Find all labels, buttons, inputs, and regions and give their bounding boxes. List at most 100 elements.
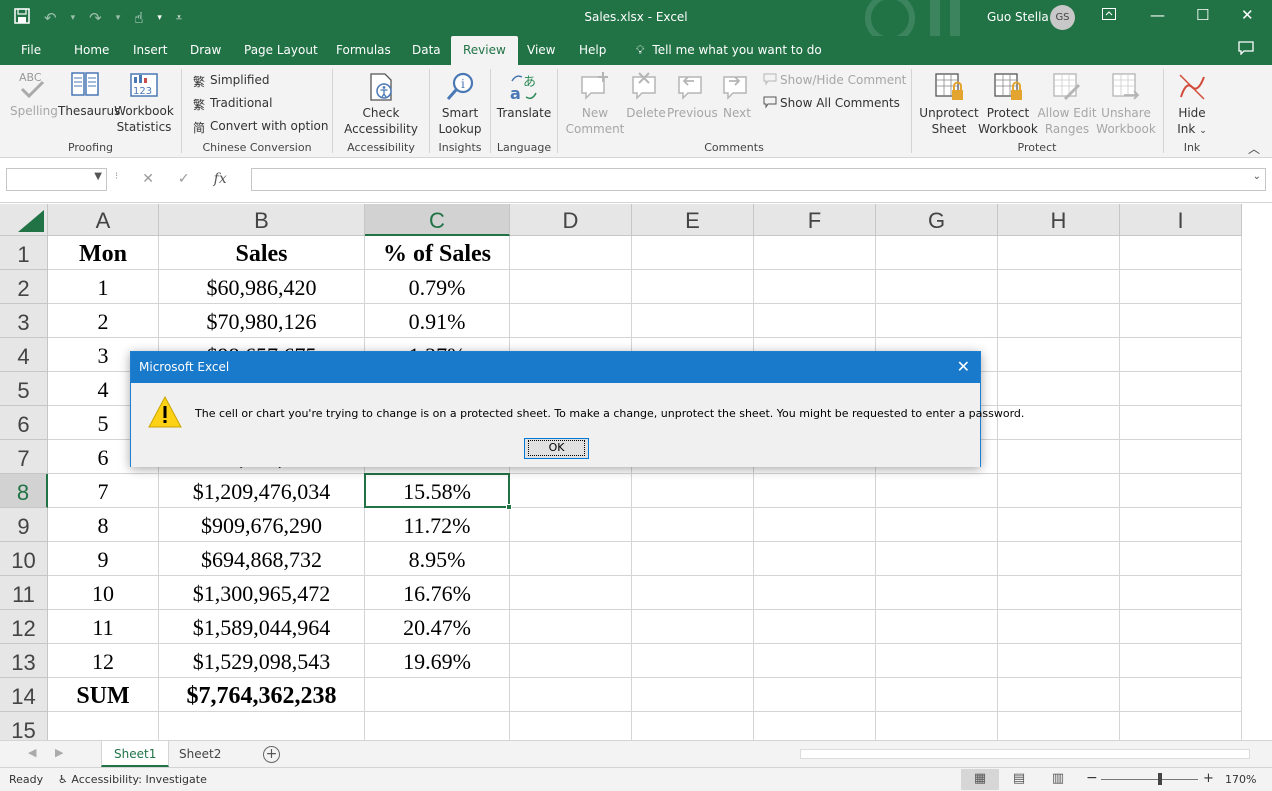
cell-a9[interactable]: 8 <box>48 508 159 542</box>
column-header-e[interactable]: E <box>632 204 754 236</box>
dialog-close-icon[interactable]: ✕ <box>957 357 970 376</box>
collapse-ribbon-icon[interactable]: ︿ <box>1248 140 1260 157</box>
cell-c1[interactable]: % of Sales <box>365 236 510 270</box>
translate-button[interactable]: aあ Translate <box>496 71 552 121</box>
row-header-3[interactable]: 3 <box>0 304 48 338</box>
expand-formula-bar-icon[interactable]: ⌄ <box>1253 171 1261 182</box>
allow-edit-ranges-button[interactable]: Allow Edit Ranges <box>1036 71 1098 137</box>
cell-g1[interactable] <box>876 236 998 270</box>
cell-d9[interactable] <box>510 508 632 542</box>
cell-d11[interactable] <box>510 576 632 610</box>
cell-h9[interactable] <box>998 508 1120 542</box>
row-header-12[interactable]: 12 <box>0 610 48 644</box>
tab-file[interactable]: File <box>21 43 41 57</box>
cell-f13[interactable] <box>754 644 876 678</box>
cell-e15[interactable] <box>632 712 754 740</box>
worksheet-grid[interactable]: A B C D E F G H I 1 Mon Sales% of Sales 2 1 $60,986,42… <box>0 204 1272 740</box>
horizontal-scrollbar[interactable] <box>800 749 1250 759</box>
cell-h15[interactable] <box>998 712 1120 740</box>
sheet-tab-sheet1[interactable]: Sheet1 <box>101 741 170 767</box>
cell-e12[interactable] <box>632 610 754 644</box>
user-name[interactable]: Guo Stella <box>987 10 1049 24</box>
comments-pane-icon[interactable] <box>1238 41 1254 59</box>
maximize-icon[interactable]: ☐ <box>1196 6 1209 24</box>
cell-b2[interactable]: $60,986,420 <box>159 270 365 304</box>
cell-d12[interactable] <box>510 610 632 644</box>
cell-b13[interactable]: $1,529,098,543 <box>159 644 365 678</box>
cell-d1[interactable] <box>510 236 632 270</box>
cell-f1[interactable] <box>754 236 876 270</box>
smart-lookup-button[interactable]: i Smart Lookup <box>436 71 484 137</box>
cell-c3[interactable]: 0.91% <box>365 304 510 338</box>
simplified-button[interactable]: 繁 Simplified <box>193 72 269 89</box>
cell-i11[interactable] <box>1120 576 1242 610</box>
cell-f8[interactable] <box>754 474 876 508</box>
cell-g2[interactable] <box>876 270 998 304</box>
cell-g15[interactable] <box>876 712 998 740</box>
zoom-level[interactable]: 170% <box>1225 773 1256 786</box>
tab-insert[interactable]: Insert <box>133 43 167 57</box>
cell-i13[interactable] <box>1120 644 1242 678</box>
zoom-slider[interactable] <box>1101 779 1198 780</box>
cell-a8[interactable]: 7 <box>48 474 159 508</box>
cell-c14[interactable] <box>365 678 510 712</box>
cell-b3[interactable]: $70,980,126 <box>159 304 365 338</box>
column-header-g[interactable]: G <box>876 204 998 236</box>
scroll-sheets-right-icon[interactable]: ▶ <box>55 746 63 759</box>
cell-c8[interactable]: 15.58% <box>365 474 510 508</box>
cell-b11[interactable]: $1,300,965,472 <box>159 576 365 610</box>
row-header-6[interactable]: 6 <box>0 406 48 440</box>
cell-h4[interactable] <box>998 338 1120 372</box>
row-header-4[interactable]: 4 <box>0 338 48 372</box>
cell-h10[interactable] <box>998 542 1120 576</box>
row-header-9[interactable]: 9 <box>0 508 48 542</box>
hide-ink-button[interactable]: Hide Ink ⌄ <box>1170 71 1214 139</box>
cell-f2[interactable] <box>754 270 876 304</box>
cell-g9[interactable] <box>876 508 998 542</box>
tab-help[interactable]: Help <box>579 43 606 57</box>
cell-e8[interactable] <box>632 474 754 508</box>
cell-h14[interactable] <box>998 678 1120 712</box>
cell-f12[interactable] <box>754 610 876 644</box>
column-header-i[interactable]: I <box>1120 204 1242 236</box>
unprotect-sheet-button[interactable]: Unprotect Sheet <box>918 71 980 137</box>
ribbon-display-options-icon[interactable] <box>1102 6 1116 24</box>
cell-h11[interactable] <box>998 576 1120 610</box>
cell-i7[interactable] <box>1120 440 1242 474</box>
show-hide-comment-button[interactable]: Show/Hide Comment <box>763 72 906 88</box>
cell-i9[interactable] <box>1120 508 1242 542</box>
tab-view[interactable]: View <box>527 43 555 57</box>
cell-c2[interactable]: 0.79% <box>365 270 510 304</box>
cell-i10[interactable] <box>1120 542 1242 576</box>
cell-c9[interactable]: 11.72% <box>365 508 510 542</box>
zoom-slider-thumb[interactable] <box>1158 773 1162 785</box>
cell-h8[interactable] <box>998 474 1120 508</box>
cell-d15[interactable] <box>510 712 632 740</box>
row-header-8[interactable]: 8 <box>0 474 48 508</box>
cell-e10[interactable] <box>632 542 754 576</box>
cell-h1[interactable] <box>998 236 1120 270</box>
zoom-in-icon[interactable]: + <box>1203 771 1214 786</box>
cell-h7[interactable] <box>998 440 1120 474</box>
cell-b1[interactable]: Sales <box>159 236 365 270</box>
page-layout-view-icon[interactable]: ▤ <box>1000 769 1038 790</box>
cell-d14[interactable] <box>510 678 632 712</box>
cell-i5[interactable] <box>1120 372 1242 406</box>
cell-b15[interactable] <box>159 712 365 740</box>
row-header-13[interactable]: 13 <box>0 644 48 678</box>
column-header-f[interactable]: F <box>754 204 876 236</box>
formula-input[interactable]: ⌄ <box>251 168 1266 191</box>
cell-f15[interactable] <box>754 712 876 740</box>
cell-a1[interactable]: Mon <box>48 236 159 270</box>
select-all-button[interactable] <box>0 204 48 236</box>
cell-a12[interactable]: 11 <box>48 610 159 644</box>
cell-f14[interactable] <box>754 678 876 712</box>
cell-a11[interactable]: 10 <box>48 576 159 610</box>
new-comment-button[interactable]: New Comment <box>564 71 626 137</box>
cell-e3[interactable] <box>632 304 754 338</box>
accessibility-status[interactable]: ♿︎ Accessibility: Investigate <box>58 773 207 786</box>
cell-c13[interactable]: 19.69% <box>365 644 510 678</box>
scroll-sheets-left-icon[interactable]: ◀ <box>28 746 36 759</box>
cell-e13[interactable] <box>632 644 754 678</box>
cell-e1[interactable] <box>632 236 754 270</box>
